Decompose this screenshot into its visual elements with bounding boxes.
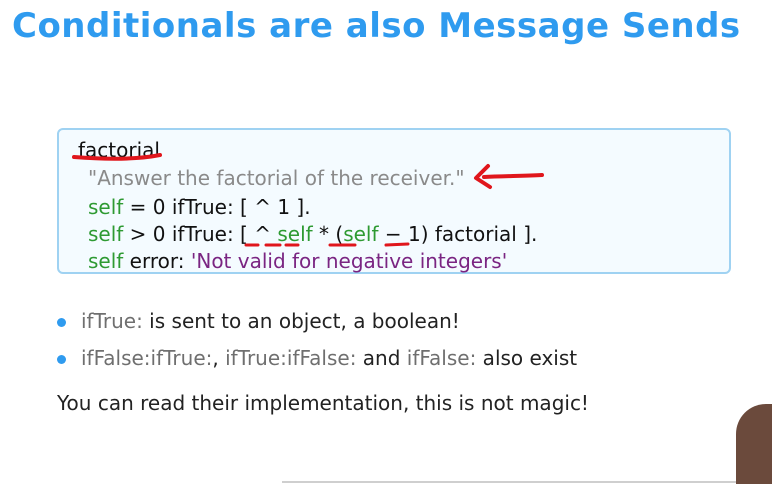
bullet-2-sep1: , <box>212 346 226 370</box>
keyword-iffalse-iftrue: ifFalse:ifTrue: <box>81 346 213 370</box>
bottom-divider <box>282 481 772 483</box>
keyword-iftrue: ifTrue: <box>81 309 143 333</box>
closing-statement: You can read their implementation, this … <box>57 391 589 415</box>
bullet-2-sep2: and <box>356 346 407 370</box>
bullet-dot <box>57 318 66 327</box>
keyword-iftrue-iffalse: ifTrue:ifFalse: <box>225 346 357 370</box>
bullet-1-text: is sent to an object, a boolean! <box>142 309 460 333</box>
arrow-shaft <box>482 173 544 179</box>
bullet-1: ifTrue: is sent to an object, a boolean! <box>81 309 460 333</box>
bullet-2-tail: also exist <box>476 346 578 370</box>
presenter-video-thumbnail <box>736 404 772 484</box>
keyword-iffalse: ifFalse: <box>406 346 477 370</box>
underline-one <box>384 242 410 247</box>
bullet-dot <box>57 355 66 364</box>
underline-factorial <box>72 153 162 161</box>
bullet-2: ifFalse:ifTrue:, ifTrue:ifFalse: and ifF… <box>81 346 577 370</box>
